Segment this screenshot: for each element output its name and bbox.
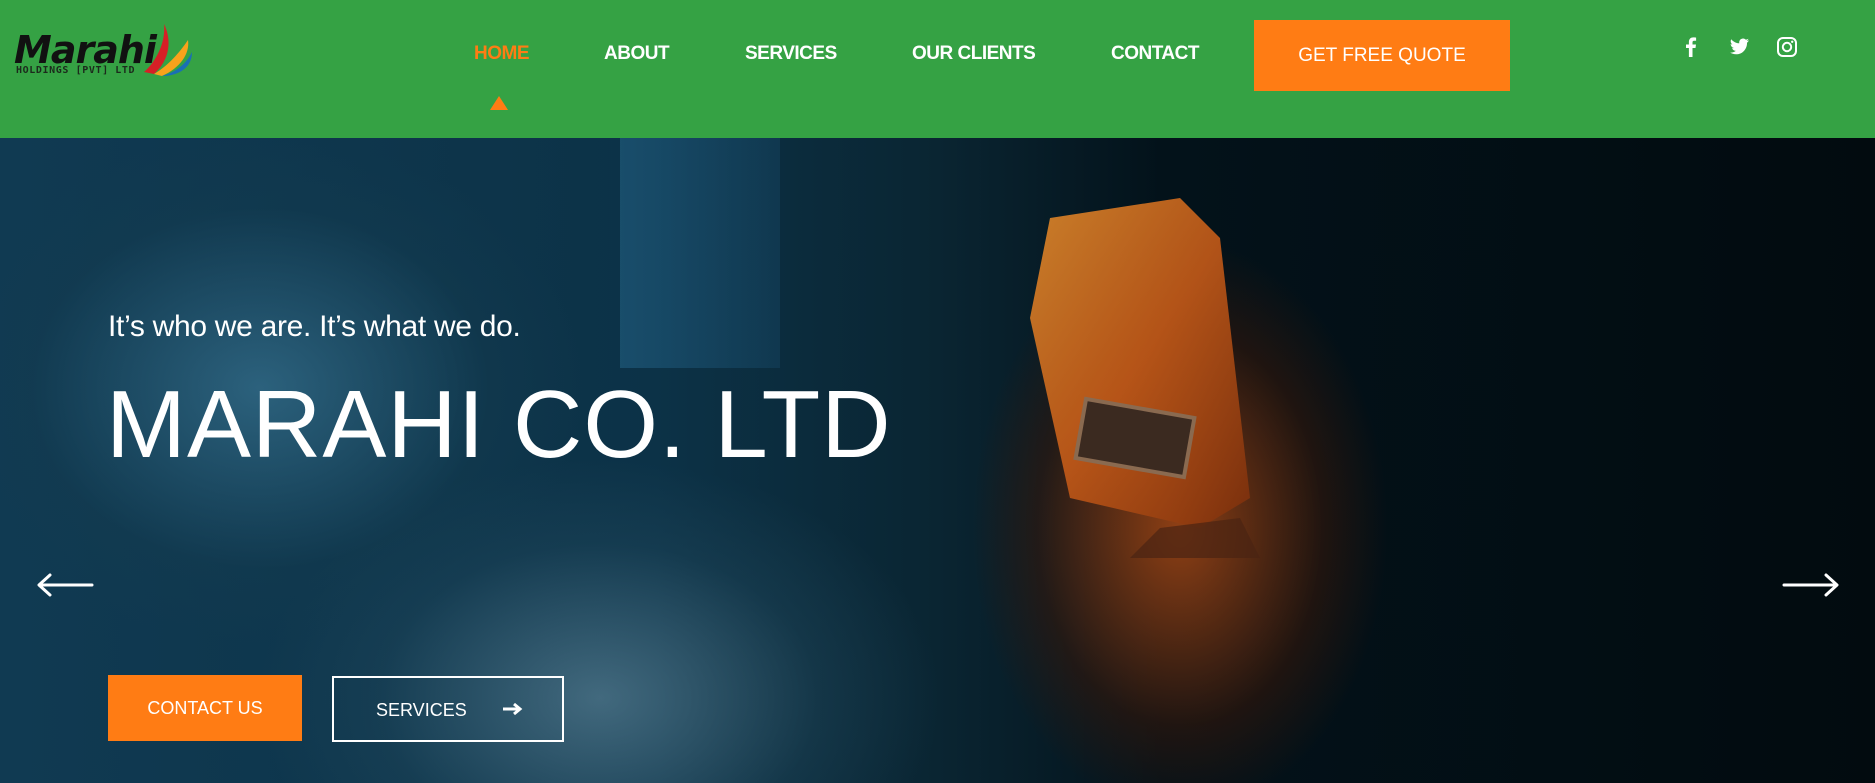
nav-item-services[interactable]: SERVICES	[745, 42, 837, 72]
instagram-icon[interactable]	[1774, 34, 1800, 60]
nav-item-about[interactable]: ABOUT	[604, 42, 670, 72]
site-header: Marahi HOLDINGS [PVT] LTD HOME ABOUT SER…	[0, 0, 1875, 138]
get-free-quote-button[interactable]: GET FREE QUOTE	[1254, 20, 1510, 91]
hero-slider: It’s who we are. It’s what we do. MARAHI…	[0, 138, 1875, 783]
nav-item-home[interactable]: HOME	[474, 42, 530, 72]
facebook-icon[interactable]	[1678, 34, 1704, 60]
services-button[interactable]: SERVICES	[332, 676, 564, 742]
arrow-left-icon[interactable]	[34, 570, 94, 600]
nav-item-our-clients[interactable]: OUR CLIENTS	[912, 42, 1036, 72]
hero-tagline: It’s who we are. It’s what we do.	[108, 310, 521, 343]
arrow-right-icon	[503, 702, 523, 716]
hero-title: MARAHI CO. LTD	[106, 371, 892, 478]
twitter-icon[interactable]	[1726, 34, 1752, 60]
arrow-right-icon[interactable]	[1782, 570, 1842, 600]
active-nav-marker	[490, 96, 508, 110]
main-nav: HOME ABOUT SERVICES OUR CLIENTS CONTACT	[0, 42, 1875, 72]
services-button-label: SERVICES	[376, 700, 467, 720]
welder-image	[1030, 198, 1260, 558]
hero-background-window	[620, 138, 780, 368]
nav-item-contact[interactable]: CONTACT	[1111, 42, 1199, 72]
contact-us-button[interactable]: CONTACT US	[108, 675, 302, 741]
